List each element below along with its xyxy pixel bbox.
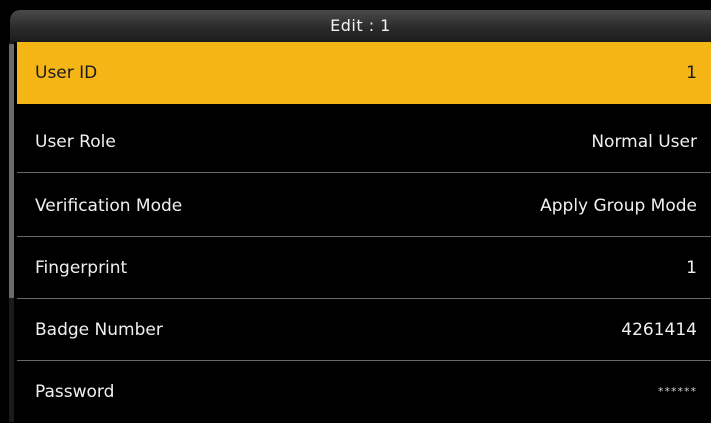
- scrollbar-thumb[interactable]: [9, 44, 14, 298]
- fingerprint-value: 1: [686, 258, 697, 278]
- verification-mode-value: Apply Group Mode: [540, 196, 697, 216]
- password-value: ******: [658, 385, 697, 398]
- row-badge-number[interactable]: Badge Number 4261414: [17, 299, 711, 361]
- user-id-label: User ID: [35, 63, 98, 83]
- user-edit-list: User ID 1 User Role Normal User Verifica…: [17, 42, 711, 423]
- title-bar: Edit : 1: [10, 10, 711, 42]
- user-role-value: Normal User: [591, 132, 697, 152]
- verification-mode-label: Verification Mode: [35, 196, 183, 216]
- password-label: Password: [35, 382, 115, 402]
- badge-number-value: 4261414: [621, 320, 697, 340]
- page-title: Edit : 1: [330, 16, 391, 35]
- user-role-label: User Role: [35, 132, 116, 152]
- fingerprint-label: Fingerprint: [35, 258, 128, 278]
- row-fingerprint[interactable]: Fingerprint 1: [17, 237, 711, 299]
- scrollbar[interactable]: [9, 42, 14, 422]
- row-verification-mode[interactable]: Verification Mode Apply Group Mode: [17, 175, 711, 237]
- row-user-id[interactable]: User ID 1: [17, 42, 711, 104]
- user-id-value: 1: [686, 63, 697, 83]
- row-user-role[interactable]: User Role Normal User: [17, 111, 711, 173]
- device-screen: Edit : 1 User ID 1 User Role Normal User…: [0, 0, 711, 423]
- row-password[interactable]: Password ******: [17, 361, 711, 423]
- badge-number-label: Badge Number: [35, 320, 163, 340]
